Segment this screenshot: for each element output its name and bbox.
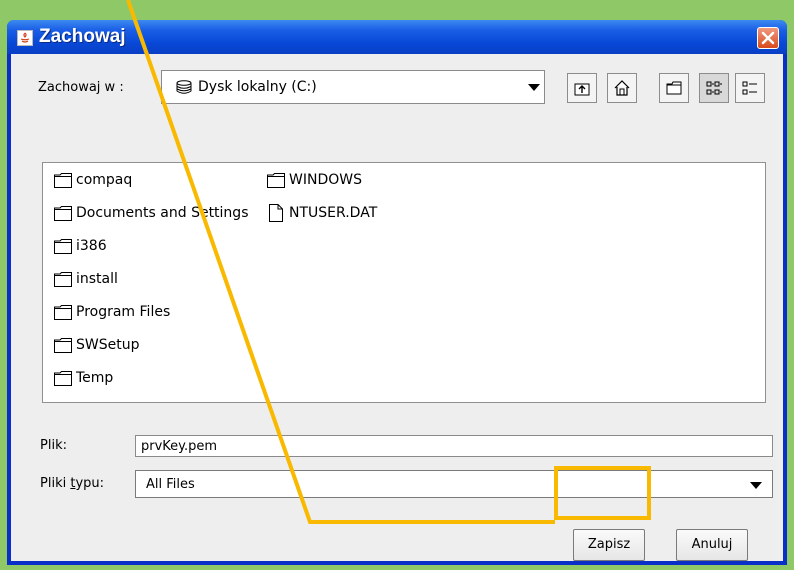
save-button-highlight bbox=[554, 466, 651, 520]
annotation-arrow bbox=[126, 0, 555, 524]
